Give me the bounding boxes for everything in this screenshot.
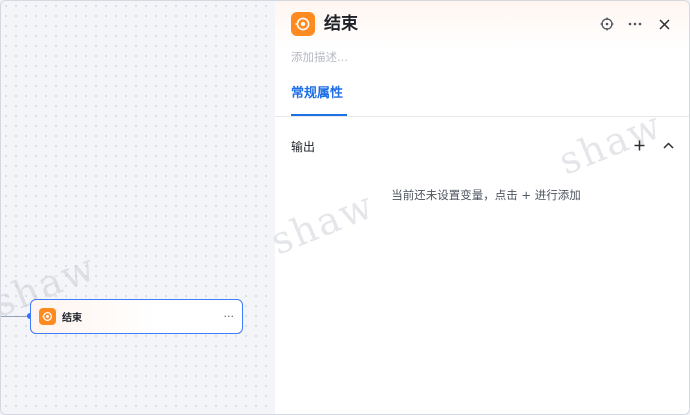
- locate-icon[interactable]: [598, 15, 616, 33]
- properties-panel: shaw shaw 结束 添加描述... 常规属性 输出 当前还未设置变量，点击…: [265, 1, 689, 414]
- end-node[interactable]: 结束 ···: [30, 299, 243, 334]
- app-frame: shaw 结束 ··· shaw shaw 结束 添加描述... 常规属性 输出…: [0, 0, 690, 415]
- end-node-icon: [39, 308, 56, 325]
- output-section-title: 输出: [291, 140, 316, 154]
- watermark: shaw: [552, 102, 669, 184]
- chevron-up-icon[interactable]: [659, 136, 677, 154]
- close-icon[interactable]: [655, 15, 673, 33]
- workflow-canvas[interactable]: shaw 结束 ···: [1, 1, 275, 414]
- empty-state-text: 当前还未设置变量，点击 + 进行添加: [391, 188, 581, 202]
- tab-divider: [275, 116, 689, 117]
- more-icon[interactable]: [626, 15, 644, 33]
- connection-edge: [1, 316, 29, 317]
- tab-general-properties[interactable]: 常规属性: [291, 85, 343, 103]
- add-variable-icon[interactable]: [630, 136, 648, 154]
- panel-title[interactable]: 结束: [324, 13, 358, 35]
- node-more-button[interactable]: ···: [224, 311, 235, 322]
- end-icon: [291, 12, 315, 36]
- description-input[interactable]: 添加描述...: [291, 49, 348, 65]
- end-node-title: 结束: [62, 313, 82, 324]
